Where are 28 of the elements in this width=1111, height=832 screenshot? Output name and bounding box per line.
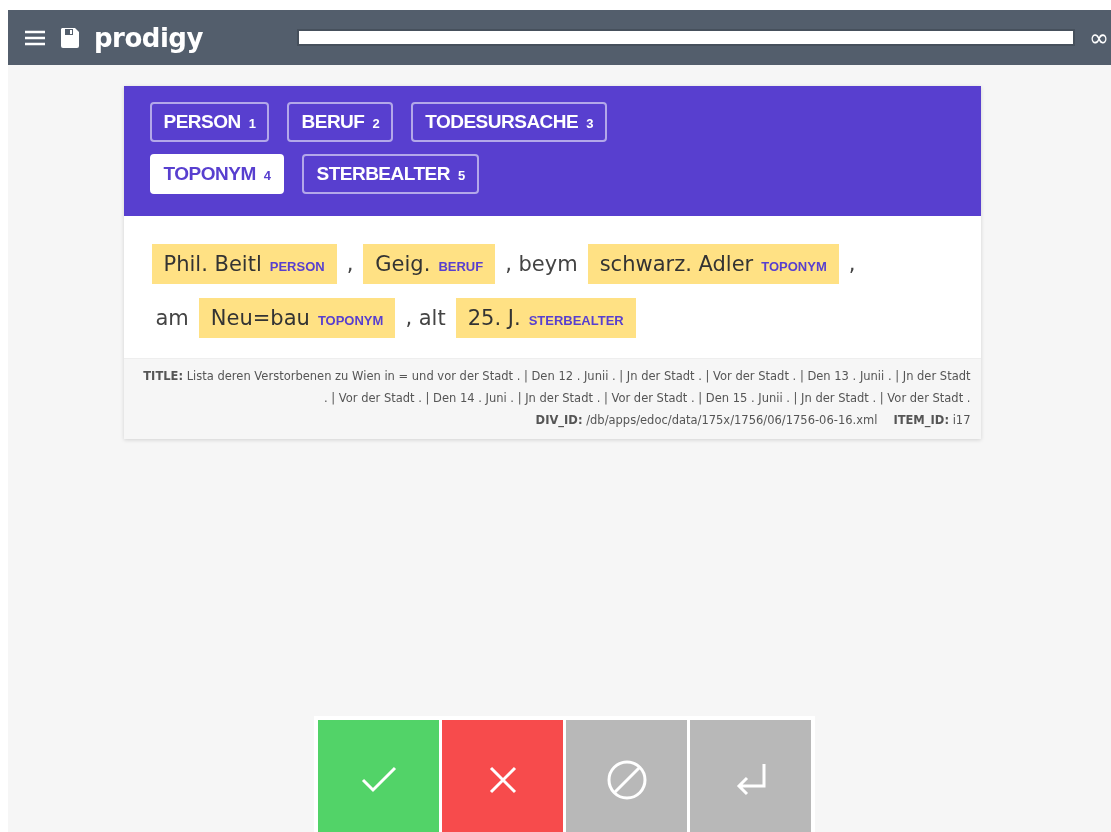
entity-span[interactable]: 25. J. STERBEALTER — [455, 298, 636, 338]
undo-button[interactable] — [690, 720, 811, 832]
check-icon — [359, 765, 398, 795]
plain-text: , alt — [404, 306, 447, 330]
plain-text: am — [154, 306, 190, 330]
plain-text: , beym — [504, 252, 579, 276]
prohibited-icon — [605, 759, 648, 801]
accept-button[interactable] — [318, 720, 439, 832]
entity-span[interactable]: Neu=bau TOPONYM — [198, 298, 396, 338]
label-button[interactable]: TODESURSACHE 3 — [411, 102, 607, 142]
entity-span[interactable]: schwarz. Adler TOPONYM — [587, 244, 839, 284]
meta-id: ITEM_ID: i17 — [893, 412, 971, 430]
app-name: prodigy — [94, 22, 203, 53]
close-icon — [487, 765, 518, 795]
meta-id: DIV_ID: /db/apps/edoc/data/175x/1756/06/1756-06-16.xml — [535, 412, 878, 430]
label-button[interactable]: BERUF 2 — [287, 102, 394, 142]
reject-button[interactable] — [442, 720, 563, 832]
label-button[interactable]: TOPONYM 4 — [149, 154, 285, 194]
label-button[interactable]: STERBEALTER 5 — [302, 154, 479, 194]
menu-icon[interactable] — [24, 29, 46, 46]
plain-text: , — [847, 252, 857, 276]
meta-title: TITLE: Lista deren Verstorbenen zu Wien in = und vor der Stadt . | Den 12 . Junii . | Jn der Stadt . | Vor der Stadt . | Den 13 . Junii . | Jn der Stadt . | Vor der Stadt . | Den 14 . Juni . | Jn der Stadt . | Vor der Stadt . | Den 15 . Junii . | Jn der Stadt . | Vor der Stadt . — [142, 368, 971, 407]
label-button[interactable]: PERSON 1 — [149, 102, 270, 142]
plain-text: , — [345, 252, 355, 276]
ignore-button[interactable] — [566, 720, 687, 832]
entity-span[interactable]: Geig. BERUF — [363, 244, 496, 284]
entity-span[interactable]: Phil. Beitl PERSON — [151, 244, 337, 284]
progress-text: ∞ — [1089, 23, 1110, 52]
